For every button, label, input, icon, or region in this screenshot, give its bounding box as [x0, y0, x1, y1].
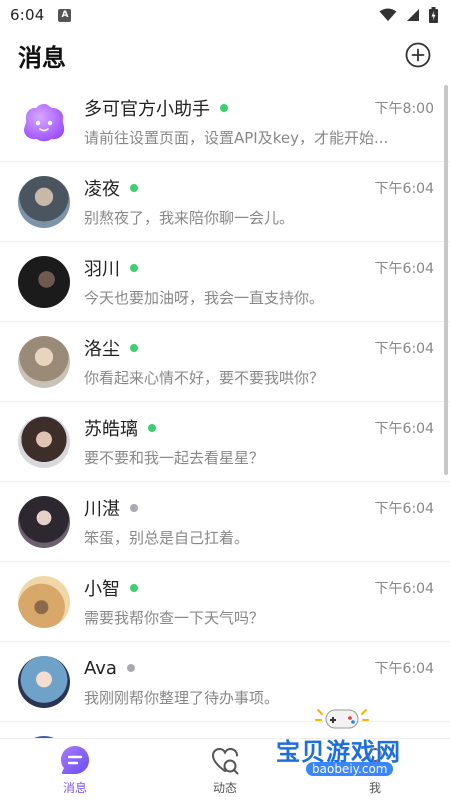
- chat-preview: 需要我帮你查一下天气吗？: [84, 609, 265, 627]
- profile-icon: [363, 748, 387, 774]
- chat-item-luochen[interactable]: 洛尘 下午6:04 你看起来心情不好，要不要我哄你？: [0, 322, 450, 402]
- avatar: [18, 576, 70, 628]
- status-icons: [379, 7, 438, 23]
- chat-item-assistant[interactable]: 多可官方小助手 下午8:00 请前往设置页面，设置API及key，才能开始...: [0, 82, 450, 162]
- chat-time: 下午6:04: [374, 501, 434, 517]
- tab-label: 动态: [212, 781, 237, 795]
- scrollbar[interactable]: [444, 85, 448, 475]
- plus-circle-icon: [405, 42, 431, 68]
- tab-profile[interactable]: 我: [300, 739, 450, 800]
- chat-preview: 请前往设置页面，设置API及key，才能开始...: [84, 129, 389, 147]
- avatar: [18, 176, 70, 228]
- chat-preview: 要不要和我一起去看星星？: [84, 449, 265, 467]
- chat-item-partial[interactable]: [0, 722, 450, 738]
- avatar: [18, 96, 70, 148]
- chat-body: 多可官方小助手 下午8:00 请前往设置页面，设置API及key，才能开始...: [84, 96, 434, 148]
- header: 消息: [0, 30, 450, 80]
- offline-status-dot: [126, 664, 135, 672]
- chat-name: 川湛: [84, 499, 120, 520]
- avatar: [18, 656, 70, 708]
- chat-body: 川湛 下午6:04 笨蛋，别总是自己扛着。: [84, 496, 434, 548]
- chat-item-xiaozhi[interactable]: 小智 下午6:04 需要我帮你查一下天气吗？: [0, 562, 450, 642]
- chat-name: Ava: [84, 657, 117, 679]
- chat-time: 下午6:04: [374, 421, 434, 437]
- chat-name: 小智: [84, 579, 120, 600]
- notification-icon: A: [58, 8, 72, 22]
- chat-time: 下午6:04: [374, 661, 434, 677]
- chat-item-ava[interactable]: Ava 下午6:04 我刚刚帮你整理了待办事项。: [0, 642, 450, 722]
- chat-body: Ava 下午6:04 我刚刚帮你整理了待办事项。: [84, 656, 434, 708]
- chat-name: 多可官方小助手: [84, 99, 210, 120]
- chat-name: 洛尘: [84, 339, 120, 360]
- chat-item-lingye[interactable]: 凌夜 下午6:04 别熬夜了，我来陪你聊一会儿。: [0, 162, 450, 242]
- tab-label: 我: [368, 781, 381, 795]
- message-icon: [61, 746, 89, 774]
- status-bar: 6:04 A: [0, 0, 450, 30]
- chat-preview: 今天也要加油呀，我会一直支持你。: [84, 289, 325, 307]
- chat-item-chuanzhan[interactable]: 川湛 下午6:04 笨蛋，别总是自己扛着。: [0, 482, 450, 562]
- chat-list[interactable]: 多可官方小助手 下午8:00 请前往设置页面，设置API及key，才能开始...…: [0, 82, 450, 738]
- add-chat-button[interactable]: [404, 41, 432, 69]
- offline-status-dot: [130, 504, 138, 512]
- chat-name: 羽川: [84, 259, 120, 280]
- chat-preview: 笨蛋，别总是自己扛着。: [84, 529, 250, 547]
- chat-time: 下午6:04: [374, 341, 434, 357]
- chat-preview: 别熬夜了，我来陪你聊一会儿。: [84, 209, 295, 227]
- chat-body: 洛尘 下午6:04 你看起来心情不好，要不要我哄你？: [84, 336, 434, 388]
- online-status-dot: [148, 424, 156, 432]
- online-status-dot: [130, 184, 138, 192]
- chat-time: 下午6:04: [374, 581, 434, 597]
- online-status-dot: [220, 104, 228, 112]
- tab-label: 消息: [62, 781, 87, 795]
- bottom-tab-bar: 消息 动态 我: [0, 738, 450, 800]
- blob-mascot-icon: [24, 104, 65, 142]
- chat-body: 小智 下午6:04 需要我帮你查一下天气吗？: [84, 576, 434, 628]
- avatar: [18, 256, 70, 308]
- chat-name: 凌夜: [84, 179, 120, 200]
- chat-body: 羽川 下午6:04 今天也要加油呀，我会一直支持你。: [84, 256, 434, 308]
- chat-item-suhaoli[interactable]: 苏皓璃 下午6:04 要不要和我一起去看星星？: [0, 402, 450, 482]
- online-status-dot: [130, 344, 138, 352]
- signal-icon: [407, 9, 419, 21]
- chat-preview: 我刚刚帮你整理了待办事项。: [84, 689, 280, 707]
- status-time: 6:04: [10, 6, 45, 24]
- chat-body: 苏皓璃 下午6:04 要不要和我一起去看星星？: [84, 416, 434, 468]
- chat-time: 下午6:04: [374, 181, 434, 197]
- tab-messages[interactable]: 消息: [0, 739, 150, 800]
- avatar: [18, 416, 70, 468]
- moments-icon: [211, 747, 239, 775]
- chat-item-yuchuan[interactable]: 羽川 下午6:04 今天也要加油呀，我会一直支持你。: [0, 242, 450, 322]
- online-status-dot: [130, 584, 138, 592]
- battery-icon: [429, 7, 438, 23]
- chat-name: 苏皓璃: [84, 419, 138, 440]
- online-status-dot: [130, 264, 138, 272]
- wifi-icon: [379, 8, 397, 21]
- avatar: [18, 496, 70, 548]
- tab-moments[interactable]: 动态: [150, 739, 300, 800]
- chat-preview: 你看起来心情不好，要不要我哄你？: [84, 369, 325, 387]
- chat-time: 下午8:00: [374, 101, 434, 117]
- chat-time: 下午6:04: [374, 261, 434, 277]
- chat-body: 凌夜 下午6:04 别熬夜了，我来陪你聊一会儿。: [84, 176, 434, 228]
- avatar: [18, 336, 70, 388]
- page-title: 消息: [18, 43, 66, 72]
